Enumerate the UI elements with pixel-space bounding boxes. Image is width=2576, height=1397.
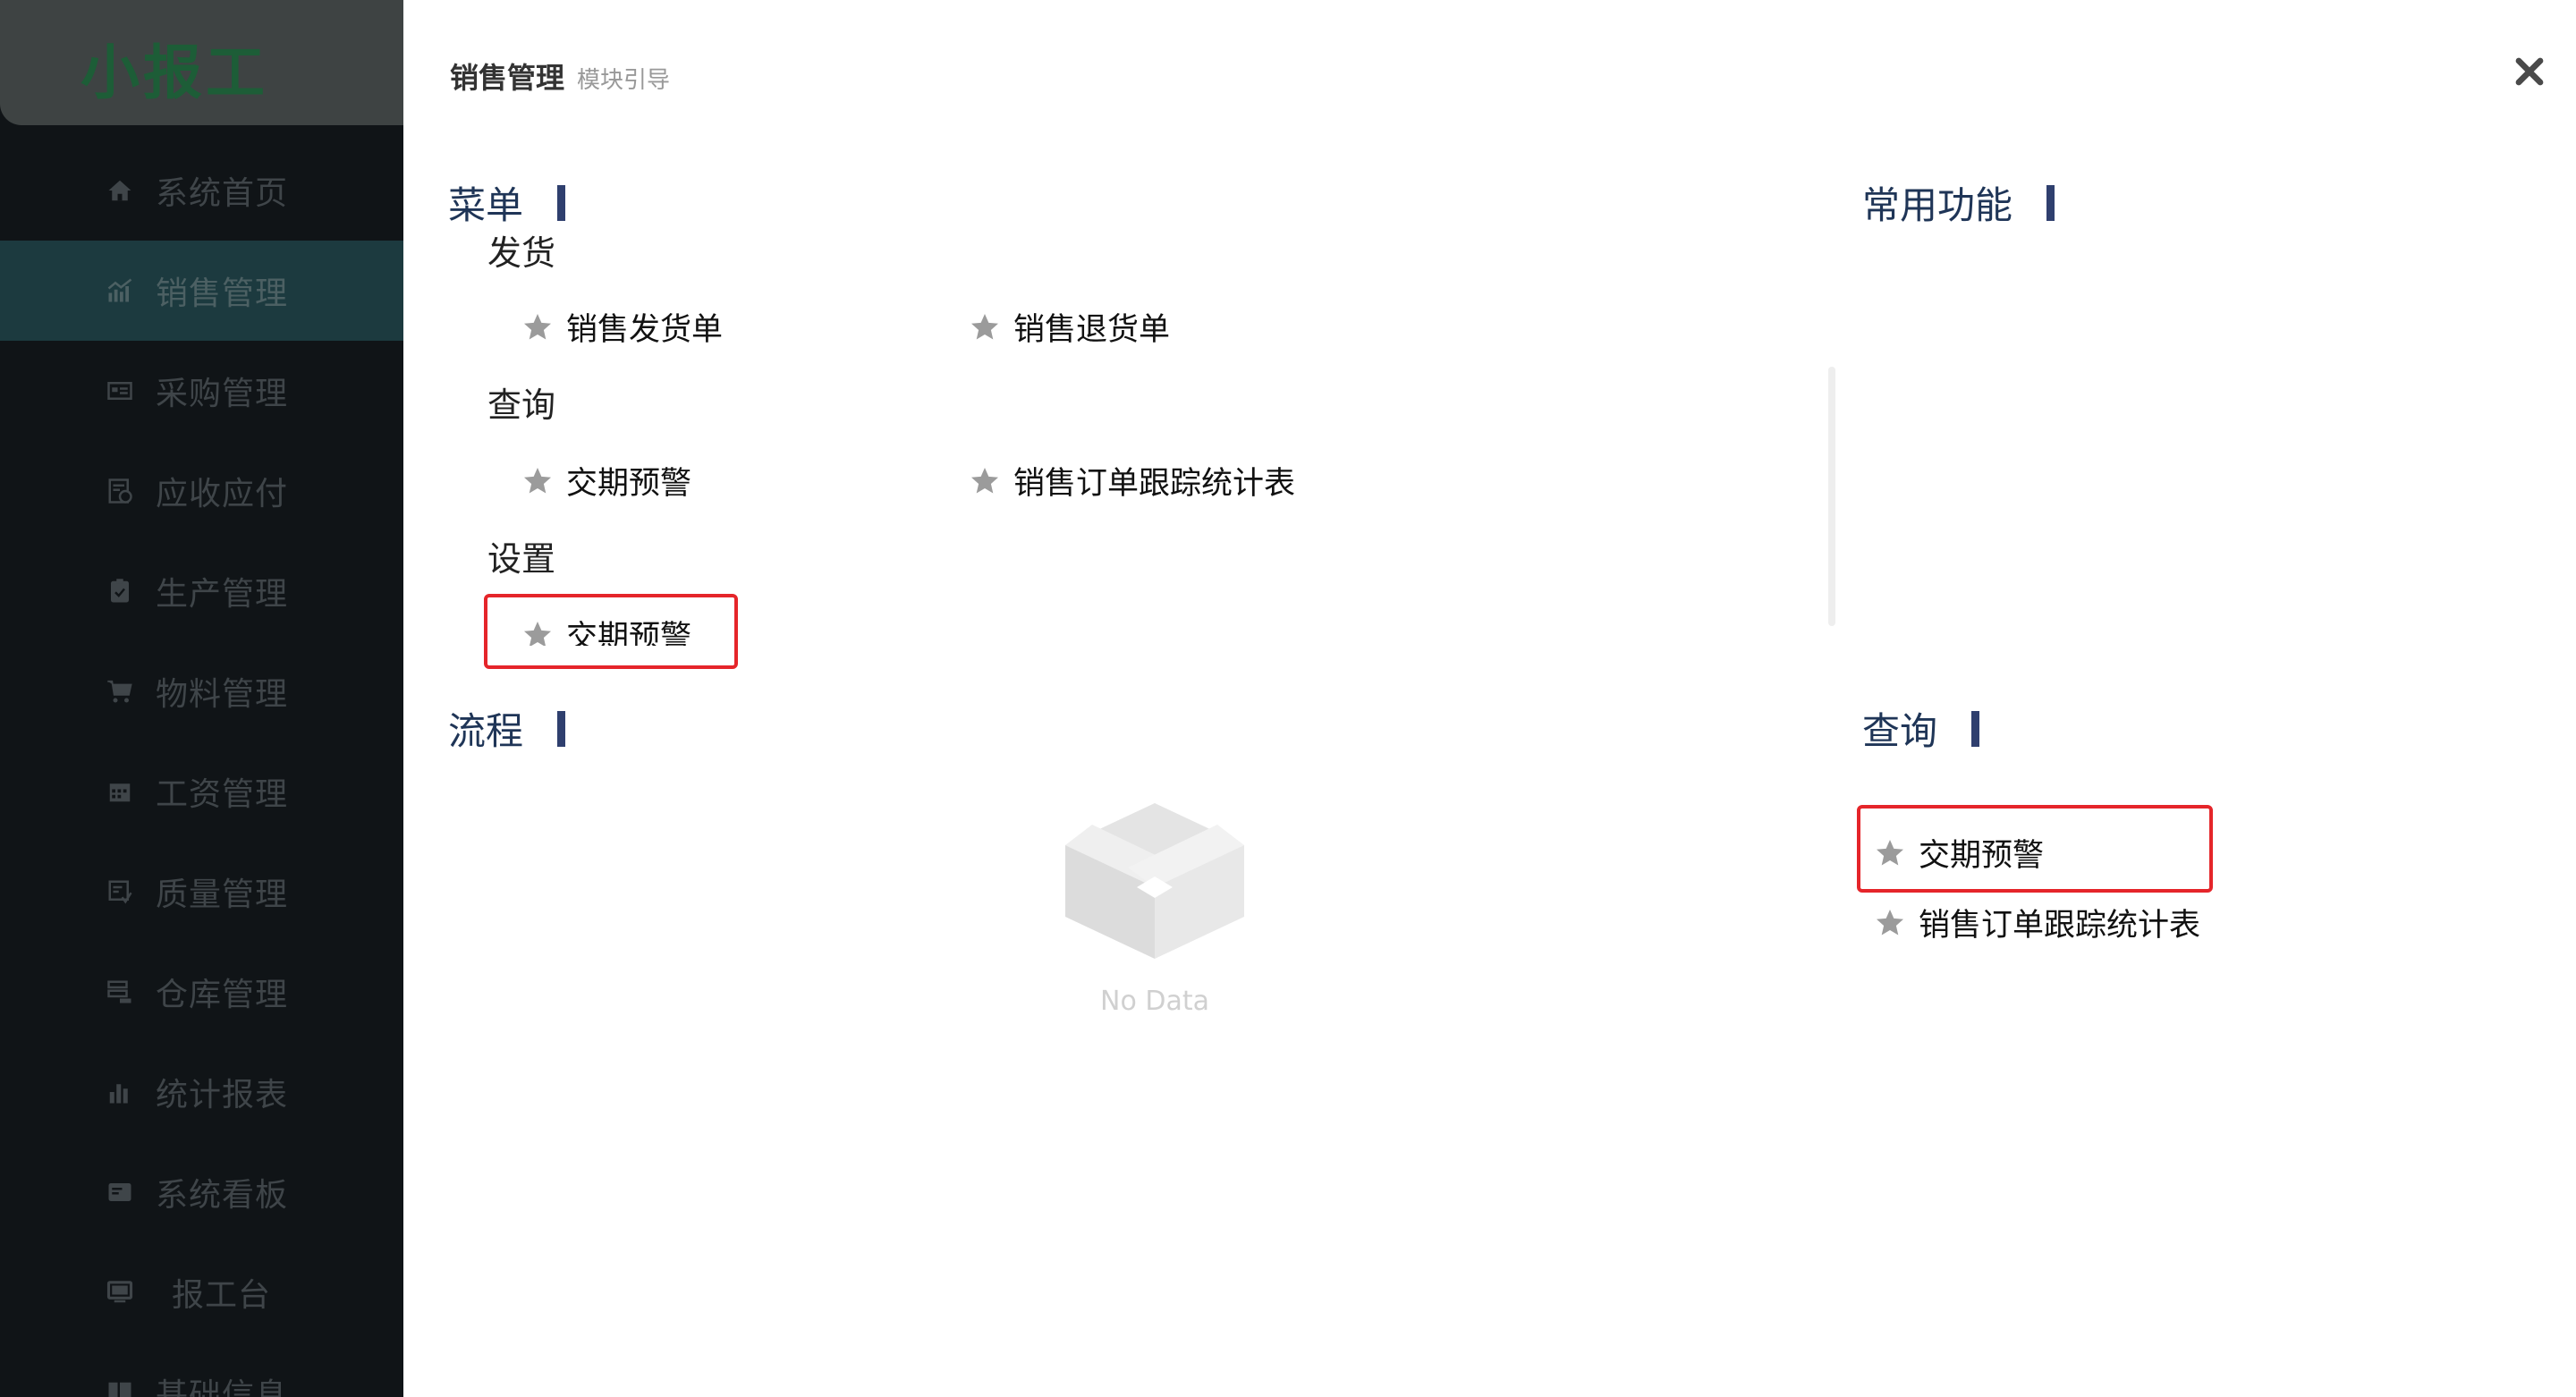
common-section-title: 常用功能 [1862, 175, 2055, 230]
logo-area: 小报工 [0, 0, 403, 125]
highlight-box [484, 594, 738, 669]
sidebar-item-label: 应收应付 [156, 476, 289, 512]
menu-section-title: 菜单 [448, 175, 566, 230]
section-bar [1971, 710, 1980, 747]
menu-item-sales-return[interactable]: 销售退货单 [969, 304, 1170, 350]
sidebar-item-material[interactable]: 物料管理 [0, 641, 403, 741]
board-icon [106, 1178, 134, 1206]
star-icon[interactable] [969, 311, 1001, 343]
sidebar-item-label: 工资管理 [156, 776, 289, 813]
query-item-label: 交期预警 [1919, 838, 2045, 874]
query-item-delivery-warning[interactable]: 交期预警 [1874, 830, 2044, 876]
section-bar [557, 184, 566, 221]
flow-section-title: 流程 [448, 701, 566, 756]
cart-icon [106, 677, 134, 706]
sidebar-item-label: 生产管理 [156, 576, 289, 613]
sidebar-item-label: 仓库管理 [156, 977, 289, 1013]
sidebar-item-label: 报工台 [172, 1277, 272, 1314]
sidebar-nav: 系统首页 销售管理 采购管理 应收应付 生产管理 物料管理 工资管理 质量管理 … [0, 140, 403, 1397]
star-icon[interactable] [521, 311, 554, 343]
query-title-text: 查询 [1862, 709, 1938, 753]
app-logo[interactable]: 小报工 [80, 25, 268, 111]
sidebar-item-label: 统计报表 [156, 1077, 289, 1113]
sidebar-item-report-station[interactable]: 报工台 [0, 1242, 403, 1342]
module-guide-panel: 销售管理 模块引导 菜单 发货 销售发货单 销售退货单 查询 交期预警 销售订单… [403, 0, 2576, 1397]
sidebar-item-purchase[interactable]: 采购管理 [0, 341, 403, 441]
menu-group-query: 查询 [487, 385, 556, 425]
menu-item-label: 销售订单跟踪统计表 [1013, 466, 1296, 502]
ledger-icon [106, 477, 134, 505]
sidebar-item-dashboard[interactable]: 系统看板 [0, 1142, 403, 1242]
menu-group-delivery: 发货 [487, 234, 556, 273]
menu-item-label: 交期预警 [566, 466, 692, 502]
no-data-text: No Data [1100, 986, 1209, 1017]
sidebar: 小报工 系统首页 销售管理 采购管理 应收应付 生产管理 物料管理 工资管理 质… [0, 0, 403, 1397]
sidebar-item-label: 物料管理 [156, 676, 289, 713]
bar-chart-icon [106, 1078, 134, 1106]
flow-title-text: 流程 [448, 709, 524, 753]
page-subtitle: 模块引导 [577, 67, 671, 94]
sidebar-item-label: 采购管理 [156, 376, 289, 412]
section-bar [2046, 184, 2055, 221]
sidebar-item-home[interactable]: 系统首页 [0, 140, 403, 241]
grid-icon [106, 1378, 134, 1397]
sidebar-item-label: 基础信息 [156, 1377, 289, 1397]
purchase-icon [106, 377, 134, 405]
common-title-text: 常用功能 [1862, 183, 2013, 227]
chart-icon [106, 276, 134, 305]
star-icon[interactable] [1874, 907, 1906, 939]
star-icon[interactable] [969, 465, 1001, 497]
close-button[interactable] [2513, 55, 2546, 88]
quality-icon [106, 877, 134, 906]
menu-item-order-tracking[interactable]: 销售订单跟踪统计表 [969, 458, 1295, 504]
sidebar-item-label: 系统首页 [156, 175, 289, 212]
sidebar-item-receivable[interactable]: 应收应付 [0, 441, 403, 541]
section-bar [557, 710, 566, 747]
menu-item-delivery-warning[interactable]: 交期预警 [521, 458, 691, 504]
clipboard-icon [106, 577, 134, 605]
sidebar-item-quality[interactable]: 质量管理 [0, 842, 403, 942]
sidebar-item-label: 系统看板 [156, 1177, 289, 1214]
query-item-order-tracking[interactable]: 销售订单跟踪统计表 [1874, 900, 2200, 945]
empty-state: No Data [1038, 796, 1271, 1017]
menu-scrollbar[interactable] [1828, 367, 1835, 626]
home-icon [106, 176, 134, 205]
menu-item-label: 销售退货单 [1013, 312, 1171, 348]
empty-box-icon [1065, 803, 1244, 959]
breadcrumb: 销售管理 模块引导 [450, 55, 670, 97]
monitor-icon [106, 1278, 134, 1307]
query-section-title: 查询 [1862, 701, 1980, 756]
menu-item-sales-delivery[interactable]: 销售发货单 [521, 304, 723, 350]
warehouse-icon [106, 978, 134, 1006]
menu-group-settings: 设置 [487, 539, 556, 579]
menu-title-text: 菜单 [448, 183, 524, 227]
query-item-label: 销售订单跟踪统计表 [1919, 908, 2201, 944]
sidebar-item-sales[interactable]: 销售管理 [0, 241, 403, 341]
close-icon [2515, 57, 2544, 86]
sidebar-item-production[interactable]: 生产管理 [0, 541, 403, 641]
sidebar-item-salary[interactable]: 工资管理 [0, 741, 403, 842]
sidebar-item-basic-info[interactable]: 基础信息 [0, 1342, 403, 1397]
sidebar-item-warehouse[interactable]: 仓库管理 [0, 942, 403, 1042]
sidebar-item-label: 销售管理 [156, 275, 289, 312]
star-icon[interactable] [521, 465, 554, 497]
page-title: 销售管理 [450, 61, 565, 95]
menu-list[interactable]: 发货 销售发货单 销售退货单 查询 交期预警 销售订单跟踪统计表 设置 交期预警 [403, 234, 1817, 646]
menu-item-label: 销售发货单 [566, 312, 724, 348]
sidebar-item-reports[interactable]: 统计报表 [0, 1042, 403, 1142]
calendar-icon [106, 777, 134, 806]
sidebar-item-label: 质量管理 [156, 876, 289, 913]
star-icon[interactable] [1874, 837, 1906, 869]
